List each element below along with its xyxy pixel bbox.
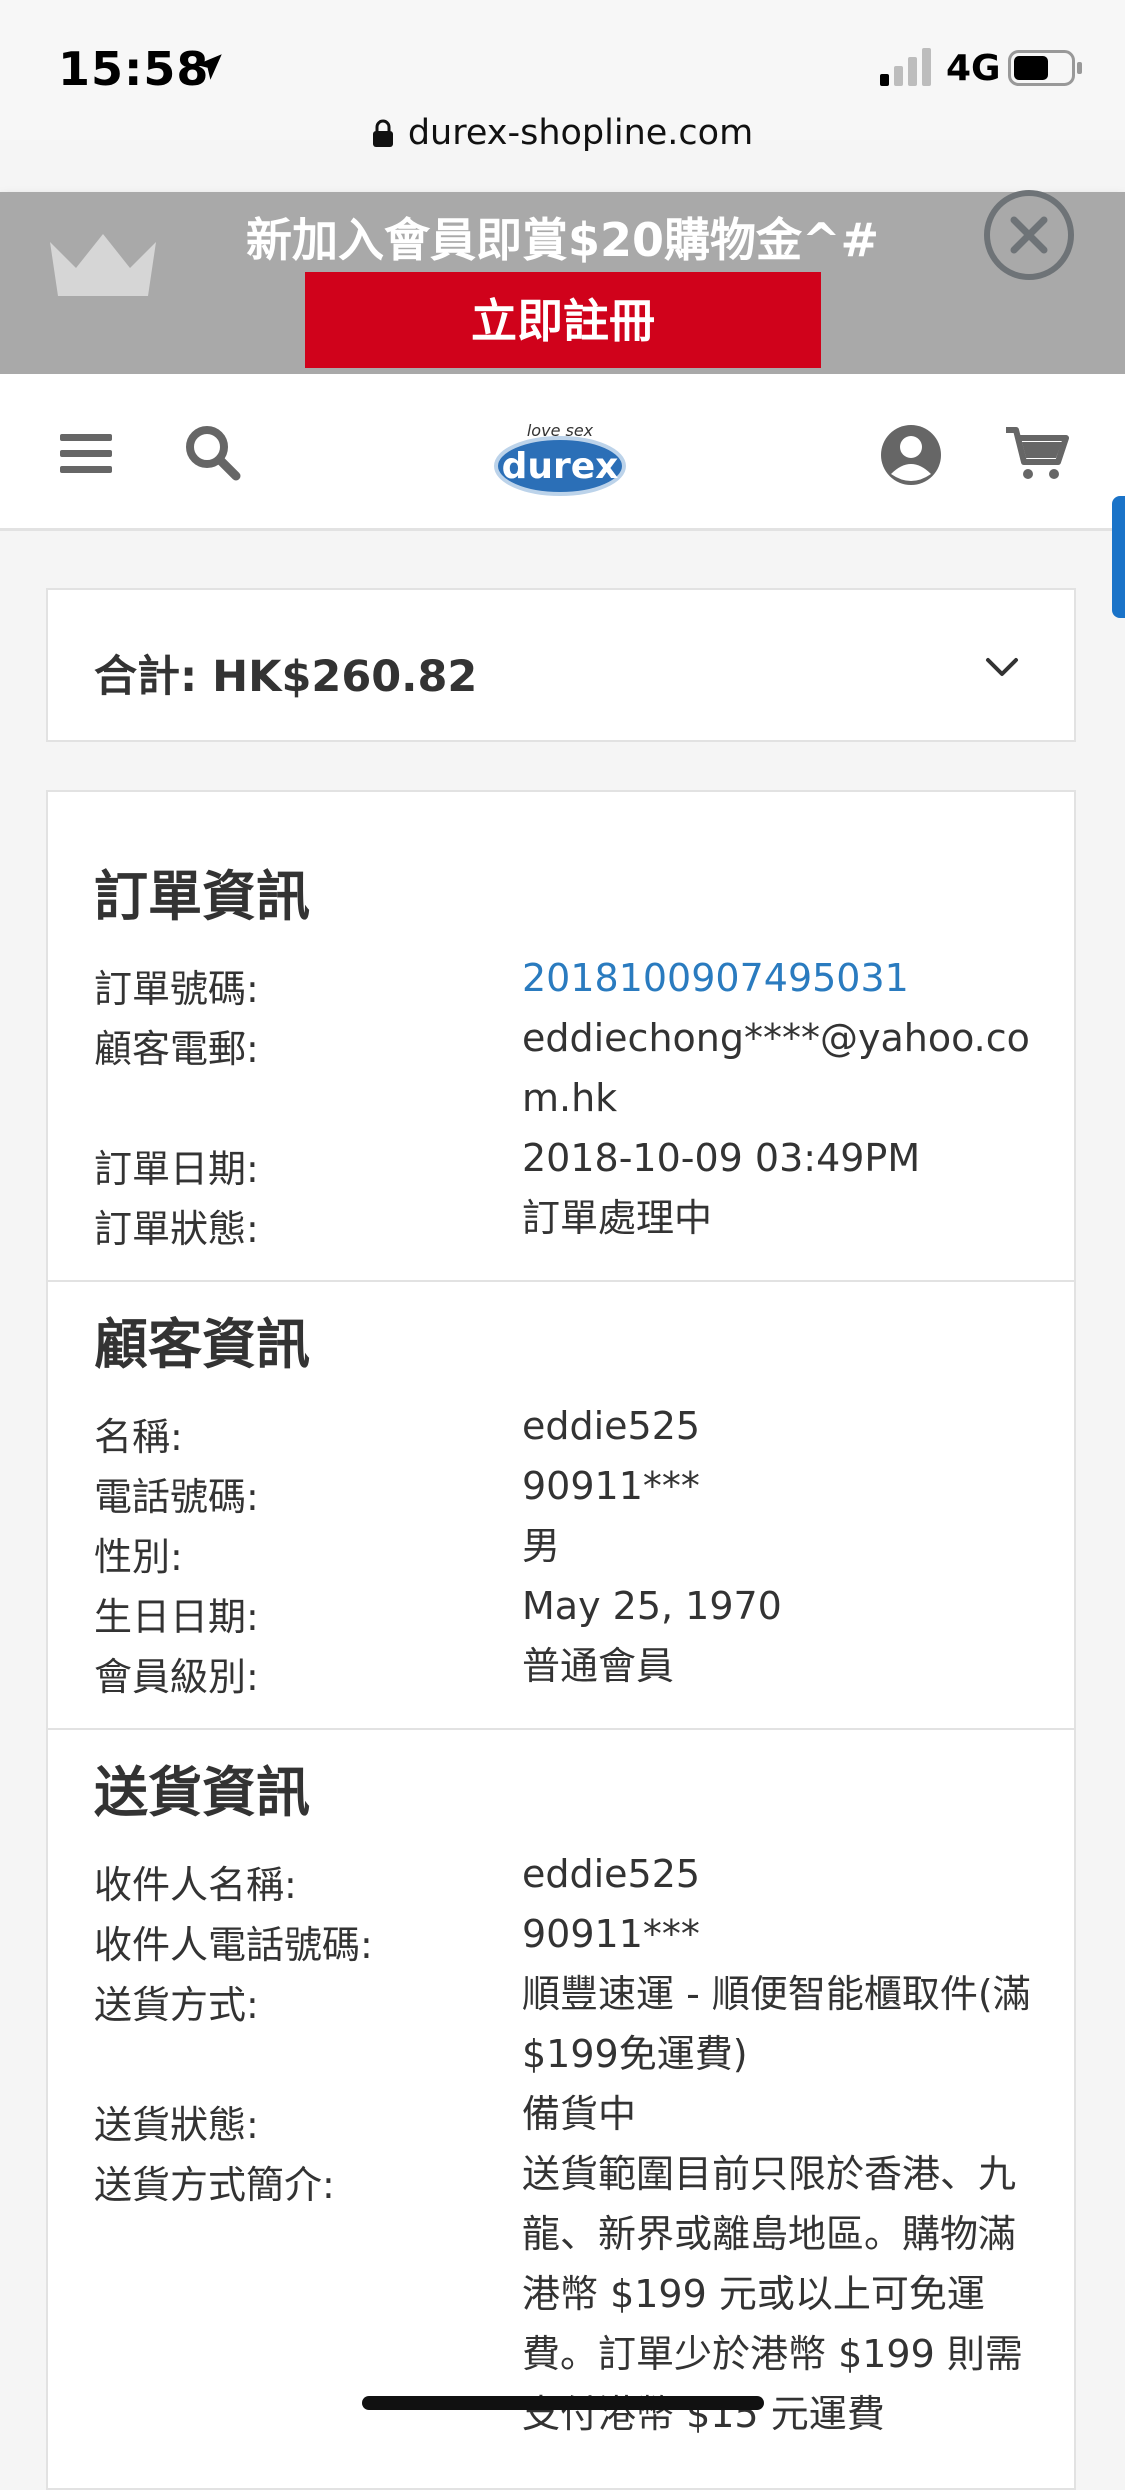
order-info-title: 訂單資訊 [94, 865, 310, 928]
recipient-name-value: eddie525 [522, 1852, 701, 1896]
durex-logo[interactable]: love sex durex [490, 398, 630, 508]
customer-birthday-label: 生日日期: [94, 1595, 259, 1639]
section-divider [48, 1728, 1074, 1730]
site-header: love sex durex [0, 374, 1125, 531]
order-number-link[interactable]: 2018100907495031 [522, 948, 1042, 1008]
menu-icon[interactable] [56, 422, 118, 484]
customer-gender-value: 男 [522, 1524, 561, 1568]
signup-button[interactable]: 立即註冊 [305, 272, 821, 368]
recipient-phone-value: 90911*** [522, 1912, 700, 1956]
signal-icon [880, 48, 931, 86]
customer-info-title: 顧客資訊 [94, 1313, 310, 1376]
location-arrow-icon [196, 54, 222, 80]
customer-phone-label: 電話號碼: [94, 1475, 259, 1519]
delivery-status-label: 送貨狀態: [94, 2103, 259, 2147]
logo-text: durex [502, 446, 619, 487]
cart-icon[interactable] [1004, 422, 1070, 484]
url-text: durex-shopline.com [407, 113, 754, 153]
order-date-value: 2018-10-09 03:49PM [522, 1136, 921, 1180]
delivery-status-value: 備貨中 [522, 2092, 637, 2136]
lock-icon [372, 119, 393, 147]
network-type: 4G [946, 48, 1001, 89]
order-date-label: 訂單日期: [94, 1147, 259, 1191]
close-icon [1010, 216, 1048, 254]
customer-birthday-value: May 25, 1970 [522, 1584, 782, 1628]
delivery-info-title: 送貨資訊 [94, 1761, 310, 1824]
customer-name-value: eddie525 [522, 1404, 701, 1448]
order-total-label: 合計: HK$260.82 [94, 652, 478, 702]
status-bar: 15:58 4G durex-shopline.com [0, 0, 1125, 153]
url-bar[interactable]: durex-shopline.com [0, 112, 1125, 172]
customer-name-label: 名稱: [94, 1415, 183, 1459]
account-icon[interactable] [878, 422, 944, 488]
customer-phone-value: 90911*** [522, 1464, 700, 1508]
customer-email-label: 顧客電郵: [94, 1027, 259, 1071]
section-divider [48, 1280, 1074, 1282]
recipient-name-label: 收件人名稱: [94, 1863, 297, 1907]
close-banner-button[interactable] [984, 190, 1074, 280]
recipient-phone-label: 收件人電話號碼: [94, 1923, 373, 1967]
delivery-method-label: 送貨方式: [94, 1983, 259, 2027]
promo-banner: 新加入會員即賞$20購物金^# 立即註冊 [0, 192, 1125, 374]
member-level-value: 普通會員 [522, 1644, 675, 1688]
customer-email-value: eddiechong****@yahoo.com.hk [522, 1016, 1030, 1120]
status-time: 15:58 [58, 42, 210, 96]
chevron-down-icon[interactable] [982, 652, 1022, 682]
promo-text: 新加入會員即賞$20購物金^# [245, 213, 880, 267]
order-number-label: 訂單號碼: [94, 967, 259, 1011]
delivery-description-label: 送貨方式簡介: [94, 2163, 335, 2207]
order-details-card: 訂單資訊 訂單號碼: 2018100907495031 顧客電郵: eddiec… [46, 790, 1076, 2490]
order-status-label: 訂單狀態: [94, 1207, 259, 1251]
delivery-method-value: 順豐速運 - 順便智能櫃取件(滿$199免運費) [522, 1972, 1031, 2076]
order-status-value: 訂單處理中 [522, 1196, 713, 1240]
home-indicator[interactable] [362, 2396, 764, 2410]
search-icon[interactable] [182, 422, 244, 484]
side-tab[interactable] [1112, 496, 1125, 618]
customer-gender-label: 性別: [94, 1535, 183, 1579]
order-total-summary[interactable]: 合計: HK$260.82 [46, 588, 1076, 742]
battery-icon [1008, 50, 1082, 86]
member-level-label: 會員級別: [94, 1655, 259, 1699]
